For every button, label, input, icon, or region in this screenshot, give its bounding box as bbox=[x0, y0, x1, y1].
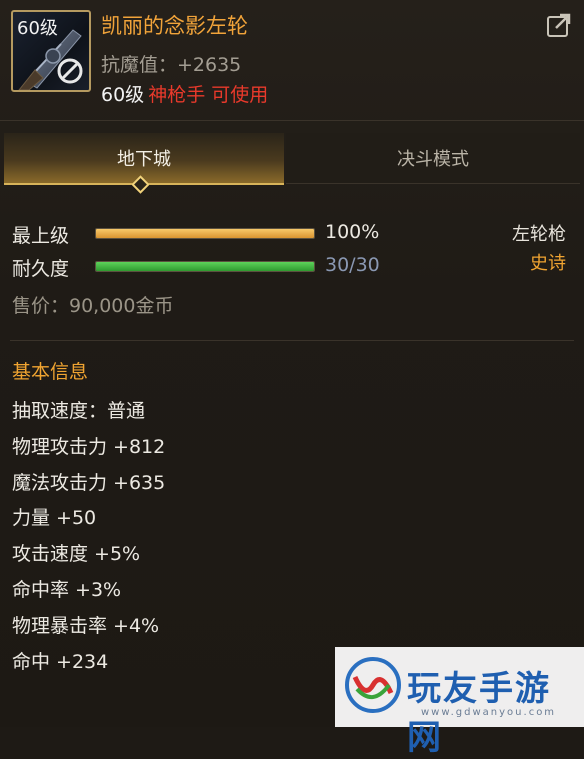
watermark-logo-icon bbox=[345, 657, 401, 713]
tab-pvp[interactable]: 决斗模式 bbox=[286, 133, 580, 184]
header-divider bbox=[0, 120, 584, 121]
attribute-item: 魔法攻击力 +635 bbox=[12, 471, 166, 494]
share-icon[interactable] bbox=[546, 12, 572, 38]
attribute-item: 力量 +50 bbox=[12, 507, 97, 530]
tab-pvp-label: 决斗模式 bbox=[397, 149, 469, 170]
attribute-item: 攻击速度 +5% bbox=[12, 543, 141, 566]
mode-tabs: 地下城 决斗模式 bbox=[4, 133, 580, 185]
required-class: 神枪手 可使用 bbox=[148, 84, 269, 106]
tab-dungeon[interactable]: 地下城 bbox=[4, 133, 284, 185]
tab-dungeon-label: 地下城 bbox=[117, 149, 171, 170]
item-icon-slot[interactable]: 60级 bbox=[11, 10, 91, 92]
upgrade-label: 最上级 bbox=[12, 225, 70, 247]
upgrade-bar bbox=[95, 228, 315, 239]
attribute-item: 命中率 +3% bbox=[12, 578, 122, 601]
item-level-tag: 60级 bbox=[17, 18, 58, 39]
site-watermark: 玩友手游网 www.gdwanyou.com bbox=[335, 647, 584, 758]
item-tooltip-panel: 60级 凯丽的念影左轮 抗魔值：+2635 60级 神枪手 可使用 地下城 决斗模… bbox=[0, 0, 584, 758]
attribute-item: 物理攻击力 +812 bbox=[12, 435, 166, 458]
attribute-item: 命中 +234 bbox=[12, 650, 109, 673]
weapon-type: 左轮枪 bbox=[512, 224, 566, 245]
required-level: 60级 bbox=[101, 84, 145, 106]
rarity-label: 史诗 bbox=[530, 253, 566, 274]
durability-bar-fill bbox=[96, 262, 314, 271]
item-name: 凯丽的念影左轮 bbox=[101, 14, 248, 38]
attribute-item: 抽取速度：普通 bbox=[12, 400, 146, 422]
upgrade-value: 100% bbox=[325, 221, 380, 243]
sell-price: 售价：90,000金币 bbox=[12, 295, 174, 317]
requirement-line: 60级 神枪手 可使用 bbox=[101, 80, 268, 107]
attribute-list: 抽取速度：普通 物理攻击力 +812 魔法攻击力 +635 力量 +50 攻击速度 +5… bbox=[12, 396, 165, 682]
durability-bar bbox=[95, 261, 315, 272]
durability-label: 耐久度 bbox=[12, 258, 70, 280]
basic-info-title: 基本信息 bbox=[12, 361, 89, 383]
watermark-url: www.gdwanyou.com bbox=[421, 707, 557, 718]
section-divider bbox=[10, 340, 574, 341]
durability-value: 30/30 bbox=[325, 254, 380, 276]
attribute-item: 物理暴击率 +4% bbox=[12, 614, 160, 637]
no-trade-icon bbox=[57, 58, 83, 84]
upgrade-bar-fill bbox=[96, 229, 314, 238]
magic-resist: 抗魔值：+2635 bbox=[101, 54, 242, 76]
